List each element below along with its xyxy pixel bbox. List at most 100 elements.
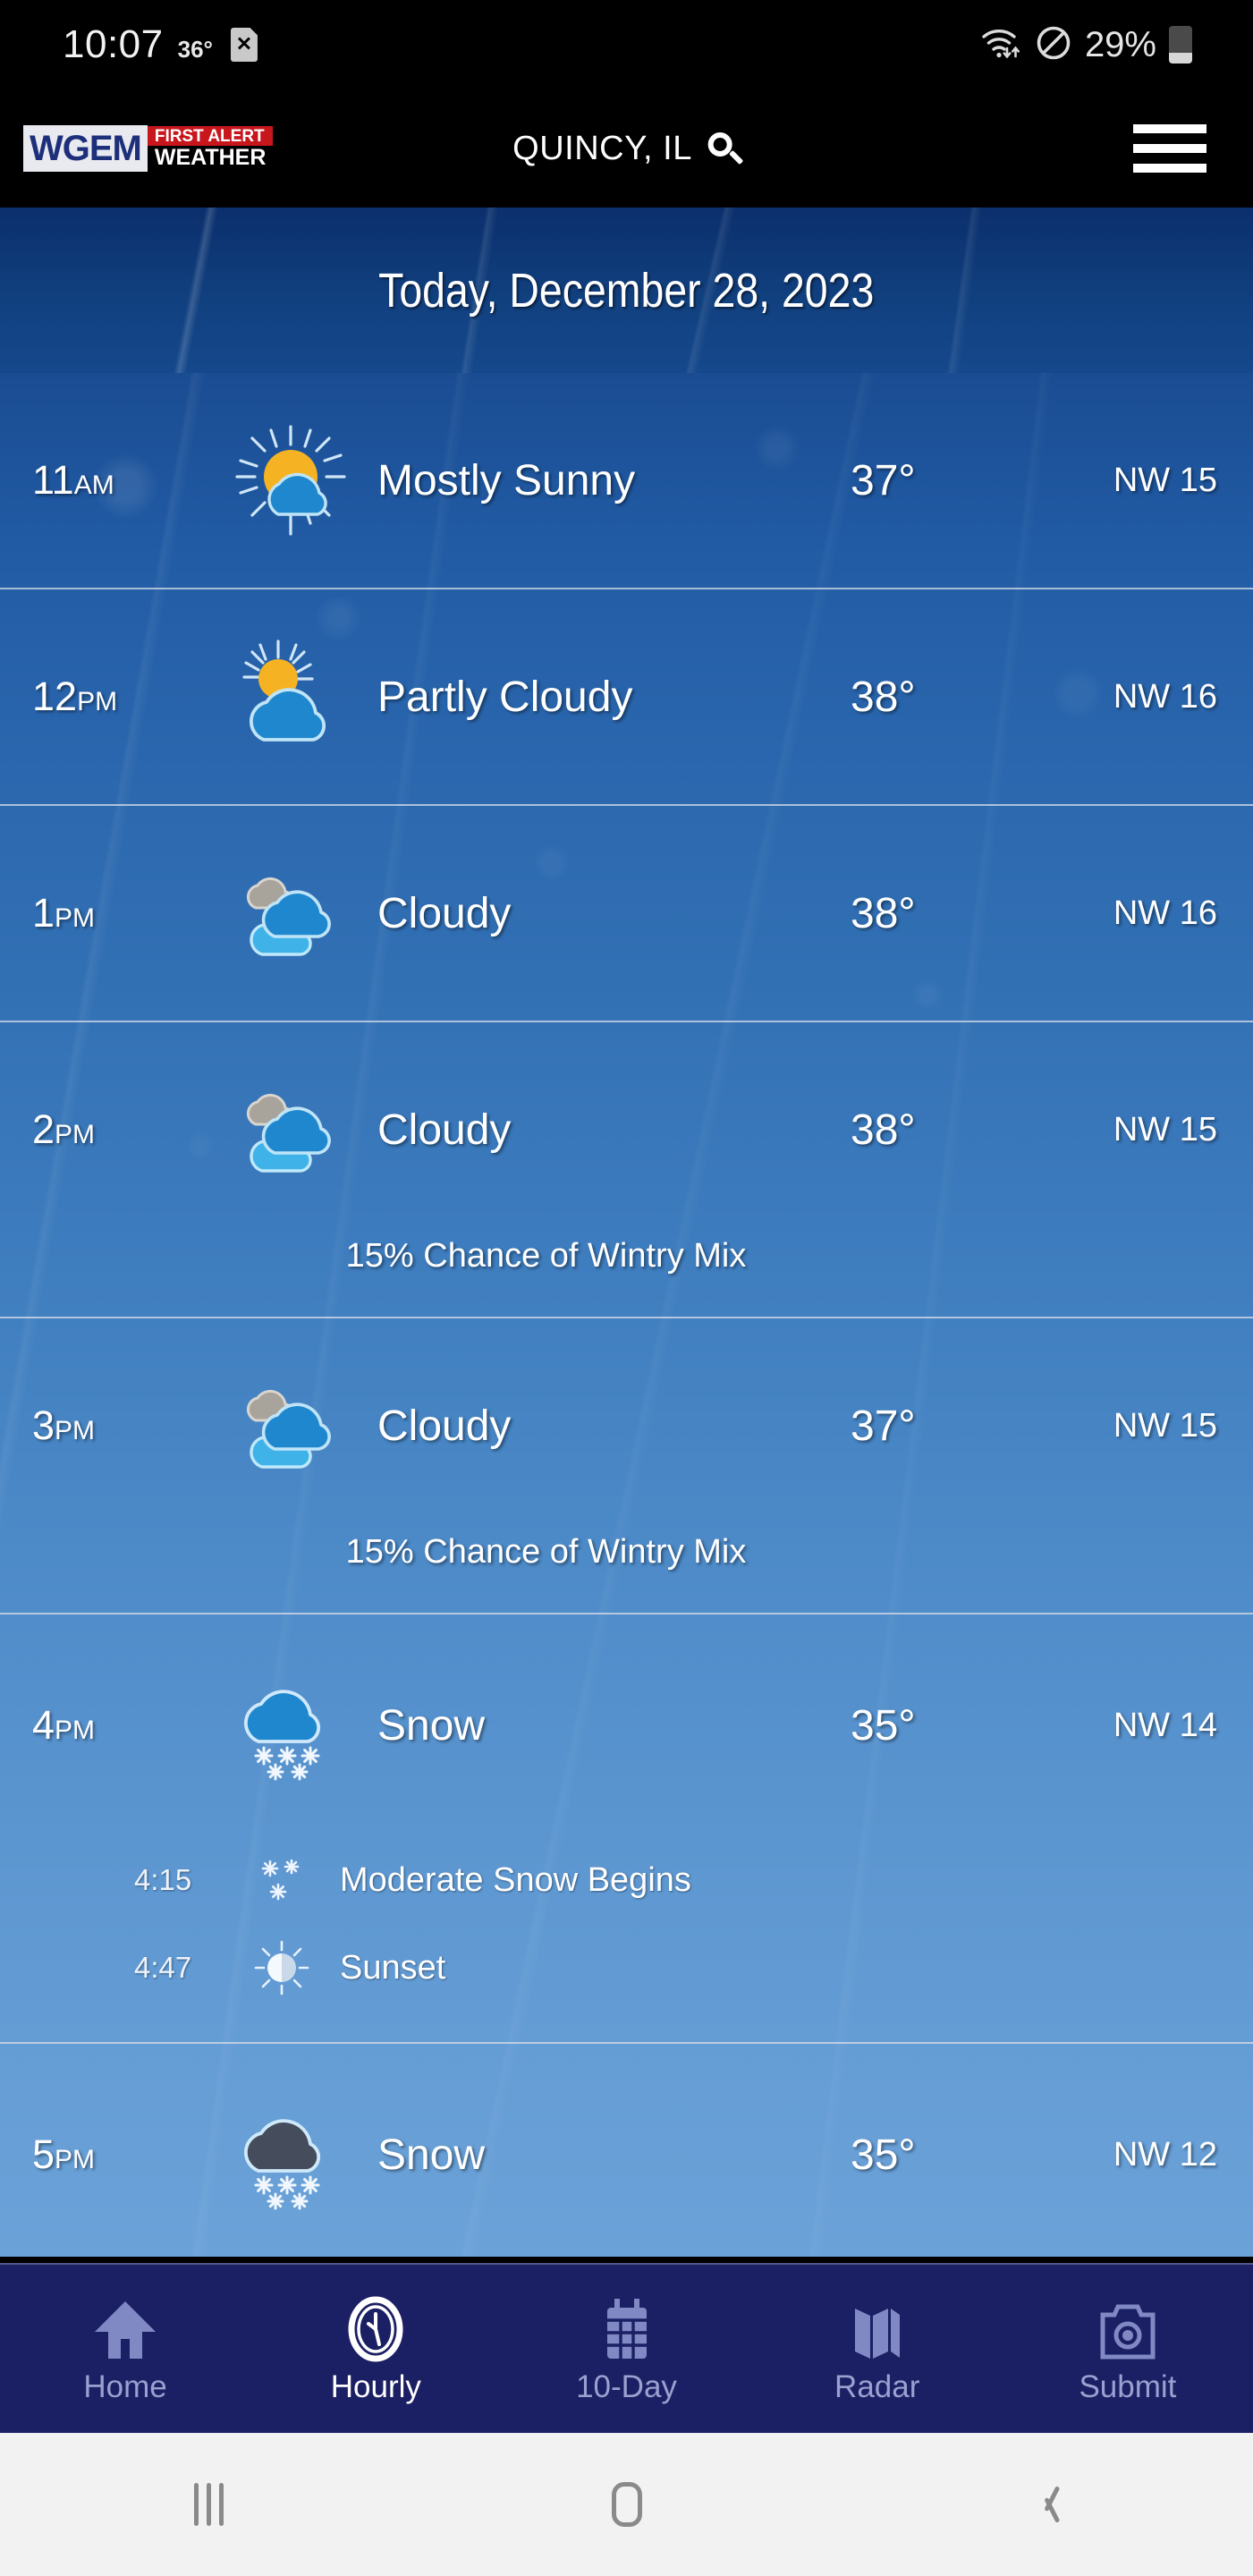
hour-wind: NW 16 [1113,677,1217,716]
date-header: Today, December 28, 2023 [0,208,1253,373]
partly-cloudy-icon [224,638,358,756]
hour-value: 4 [32,1702,55,1748]
hourly-row-main: 2PM Cloudy 38° NW 15 [0,1022,1253,1237]
sunset-icon [233,1936,331,1999]
event-label: Sunset [340,1948,446,1987]
hourly-row-main: 4PM Snow 35° NW 14 [0,1614,1253,1836]
bottom-navigation: Home Hourly 10-Day Radar Submit [0,2263,1253,2433]
back-button[interactable] [835,2484,1253,2525]
x-file-icon [230,28,258,62]
search-icon[interactable] [707,132,744,165]
back-icon [1031,2484,1058,2525]
hourly-row[interactable]: 11AM Mostly Sunny 37° NW 15 [0,373,1253,589]
hour-temperature: 37° [851,456,916,504]
hour-condition: Cloudy [377,1106,512,1154]
hourly-row[interactable]: 4PM Snow 35° NW 14 4:15 Moderate Snow Begin… [0,1614,1253,2044]
hour-meridiem: PM [55,2145,96,2174]
status-bar: 10:07 36° ✕ 29% [0,0,1253,89]
hour-temperature: 38° [851,673,916,721]
nav-item-hourly[interactable]: Hourly [250,2265,501,2433]
nav-item-home[interactable]: Home [0,2265,250,2433]
hourly-row[interactable]: 1PM Cloudy 38° NW 16 [0,806,1253,1022]
hour-value: 3 [32,1402,55,1448]
hamburger-menu-icon[interactable] [1133,124,1206,173]
hourly-forecast-list[interactable]: 11AM Mostly Sunny 37° NW 15 12PM Partly … [0,373,1253,2257]
location-label: QUINCY, IL [512,129,692,167]
logo-wgem-text: WGEM [23,125,148,172]
precipitation-chance: 15% Chance of Wintry Mix [345,1533,747,1571]
hourly-row[interactable]: 2PM Cloudy 38° NW 15 15% Chance of Wintry M… [0,1022,1253,1318]
do-not-disturb-icon [1035,24,1072,66]
hour-time: 12PM [0,674,224,720]
event-time: 4:15 [134,1863,192,1896]
hour-meridiem: PM [55,1120,96,1149]
logo-first-alert-text: FIRST ALERT [147,125,274,147]
home-button[interactable] [418,2482,835,2527]
recents-button[interactable] [0,2483,418,2526]
hour-wind: NW 16 [1113,894,1217,932]
phone-screen: 10:07 36° ✕ 29% WGEM FIRST ALERT WEATHER… [0,0,1253,2576]
hour-time: 5PM [0,2131,224,2178]
cloudy-icon [224,1071,358,1189]
hour-wind: NW 15 [1113,1406,1217,1445]
home-button-icon [611,2482,642,2527]
battery-icon [1169,26,1192,64]
hour-wind: NW 12 [1113,2135,1217,2174]
battery-percent: 29% [1084,24,1156,64]
hourly-row-main: 5PM Snow 35° NW 12 [0,2044,1253,2257]
hour-temperature: 37° [851,1402,916,1450]
system-navigation-bar [0,2433,1253,2576]
hourly-row[interactable]: 3PM Cloudy 37° NW 15 15% Chance of Wintry M… [0,1318,1253,1614]
hour-wind: NW 15 [1113,1110,1217,1148]
snowflakes-icon [233,1849,331,1911]
hour-time: 4PM [0,1702,224,1749]
hour-condition: Cloudy [377,889,512,937]
nav-item-10-day[interactable]: 10-Day [501,2265,751,2433]
hour-meridiem: AM [73,470,114,500]
hour-value: 1 [32,890,55,936]
status-temperature: 36° [177,36,213,63]
wgem-logo[interactable]: WGEM FIRST ALERT WEATHER [23,125,274,172]
snow-night-icon [224,2092,358,2217]
hourly-row[interactable]: 12PM Partly Cloudy 38° NW 16 [0,589,1253,806]
nav-item-submit[interactable]: Submit [1003,2265,1253,2433]
calendar-icon [593,2292,661,2362]
hourly-row-main: 1PM Cloudy 38° NW 16 [0,806,1253,1021]
hourly-row[interactable]: 5PM Snow35°NW 125:00 Moderate Snow Ends [0,2044,1253,2257]
hour-value: 2 [32,1106,55,1152]
nav-label-submit: Submit [1079,2369,1177,2404]
nav-item-radar[interactable]: Radar [752,2265,1003,2433]
hour-condition: Cloudy [377,1402,512,1450]
location-selector[interactable]: QUINCY, IL [512,129,744,168]
hour-temperature: 38° [851,1106,916,1154]
snow-icon [224,1663,358,1788]
hour-meridiem: PM [77,687,118,716]
precipitation-chance: 15% Chance of Wintry Mix [345,1237,747,1275]
hour-wind: NW 14 [1113,1706,1217,1744]
hour-condition: Mostly Sunny [377,456,636,504]
hourly-row-main: 3PM Cloudy 37° NW 15 [0,1318,1253,1533]
mostly-sunny-icon [224,421,358,539]
logo-stack: FIRST ALERT WEATHER [147,125,274,172]
hour-temperature: 38° [851,889,916,937]
hour-time: 3PM [0,1402,224,1449]
hour-meridiem: PM [55,1716,96,1745]
map-icon [843,2292,911,2362]
app-header: WGEM FIRST ALERT WEATHER QUINCY, IL [0,89,1253,208]
hour-condition: Snow [377,1701,486,1750]
nav-label-hourly: Hourly [330,2369,421,2404]
status-bar-left: 10:07 36° [0,22,258,67]
nav-label-10-day: 10-Day [576,2369,677,2404]
event-item: 4:47 Sunset [0,1924,1253,2012]
home-icon [91,2292,159,2362]
hour-meridiem: PM [55,1416,96,1445]
hourly-row-main: 12PM Partly Cloudy 38° NW 16 [0,589,1253,804]
clock-icon [342,2292,410,2362]
hour-temperature: 35° [851,2131,916,2179]
hour-time: 11AM [0,457,224,504]
wifi-icon [981,25,1022,65]
event-time: 4:47 [134,1951,192,1984]
hour-value: 12 [32,674,78,719]
hour-condition: Partly Cloudy [377,673,633,721]
hour-temperature: 35° [851,1701,916,1750]
